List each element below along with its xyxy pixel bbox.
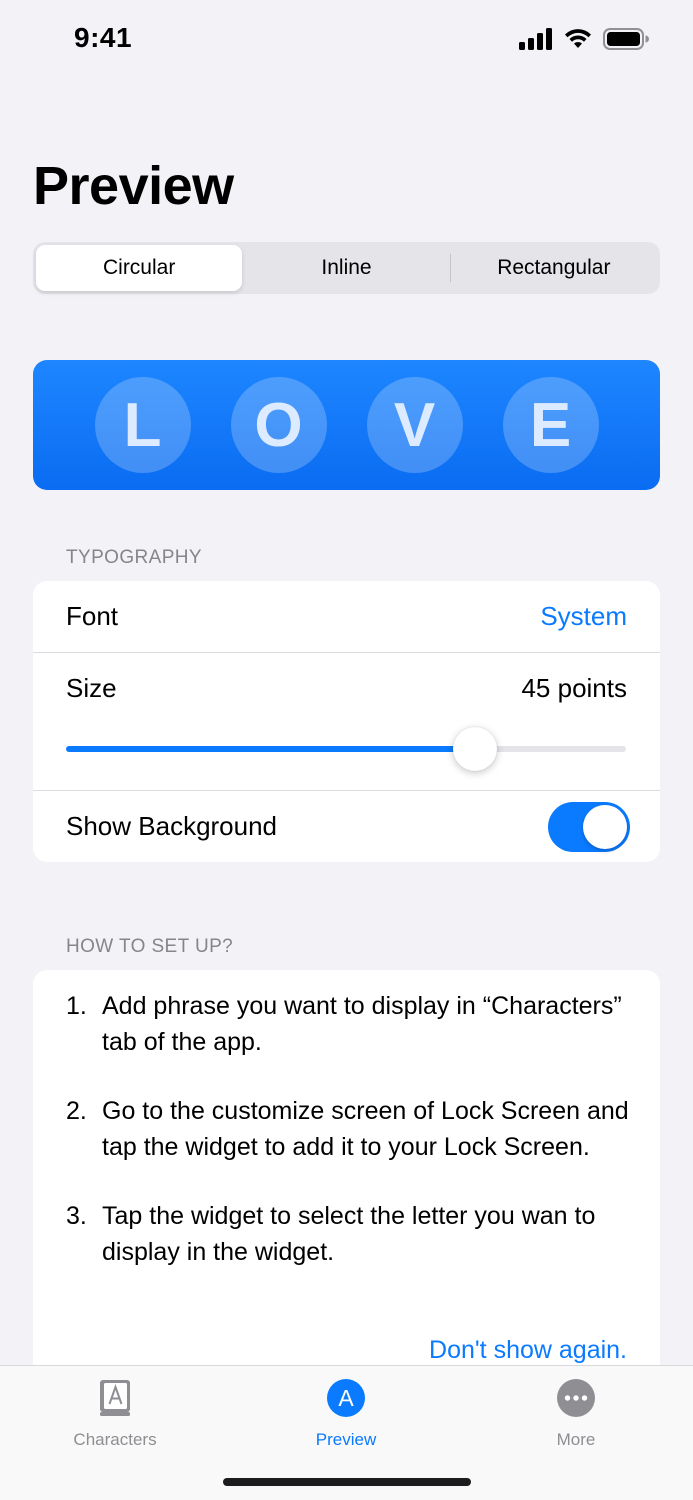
font-label: Font [66, 601, 119, 631]
setup-card: 1. Add phrase you want to display in “Ch… [33, 970, 660, 1390]
page-title: Preview [33, 156, 234, 216]
preview-letter: V [366, 377, 463, 473]
step-text: Add phrase you want to display in “Chara… [102, 992, 622, 1056]
status-time: 9:41 [74, 22, 133, 53]
toggle-knob [583, 804, 627, 849]
typography-card: Font System Size 45 points Show Backgrou… [33, 581, 660, 862]
svg-text:A: A [338, 1385, 354, 1411]
setup-steps: 1. Add phrase you want to display in “Ch… [66, 988, 636, 1303]
status-bar: 9:41 [0, 0, 693, 80]
size-value: 45 points [521, 672, 627, 703]
circle-a-icon: A [326, 1376, 366, 1420]
font-value[interactable]: System [540, 601, 627, 632]
show-background-label: Show Background [66, 811, 278, 841]
segment-rectangular[interactable]: Rectangular [451, 245, 657, 291]
tab-more[interactable]: More [496, 1376, 656, 1450]
home-indicator [223, 1478, 471, 1486]
preview-letter: O [230, 377, 327, 473]
size-label: Size [66, 672, 117, 703]
font-row[interactable]: Font System [33, 581, 660, 652]
setup-step: 3. Tap the widget to select the letter y… [66, 1198, 636, 1270]
setup-section-header: HOW TO SET UP? [66, 936, 234, 957]
step-number: 2. [66, 1097, 87, 1125]
step-text: Tap the widget to select the letter you … [102, 1202, 596, 1266]
segment-circular[interactable]: Circular [36, 245, 243, 291]
tab-characters[interactable]: Characters [35, 1376, 195, 1450]
segment-inline[interactable]: Inline [243, 245, 449, 291]
ellipsis-circle-icon [556, 1376, 596, 1420]
cellular-signal-icon [519, 28, 552, 50]
widget-style-segmented-control: Circular Inline Rectangular [33, 242, 660, 294]
show-background-toggle[interactable] [548, 801, 630, 852]
setup-step: 1. Add phrase you want to display in “Ch… [66, 988, 636, 1060]
battery-icon [603, 28, 649, 50]
tab-label: Preview [315, 1430, 377, 1449]
widget-preview: L O V E [33, 360, 660, 490]
book-letter-icon [98, 1376, 132, 1420]
setup-step: 2. Go to the customize screen of Lock Sc… [66, 1093, 636, 1165]
preview-letter: L [94, 377, 191, 473]
size-slider-fill [66, 746, 475, 752]
step-number: 3. [66, 1202, 87, 1230]
tab-label: More [556, 1430, 596, 1449]
preview-letter: E [502, 377, 599, 473]
size-slider-thumb[interactable] [452, 727, 497, 771]
tab-label: Characters [73, 1430, 157, 1449]
size-row: Size 45 points [33, 653, 660, 723]
status-icons [519, 28, 649, 50]
typography-section-header: TYPOGRAPHY [66, 547, 202, 568]
show-background-row: Show Background [33, 791, 660, 862]
step-text: Go to the customize screen of Lock Scree… [102, 1097, 629, 1161]
wifi-icon [565, 29, 591, 48]
dont-show-again-button[interactable]: Don't show again. [429, 1336, 627, 1365]
step-number: 1. [66, 992, 87, 1020]
size-slider[interactable] [66, 727, 626, 771]
tab-preview[interactable]: A Preview [266, 1376, 426, 1450]
